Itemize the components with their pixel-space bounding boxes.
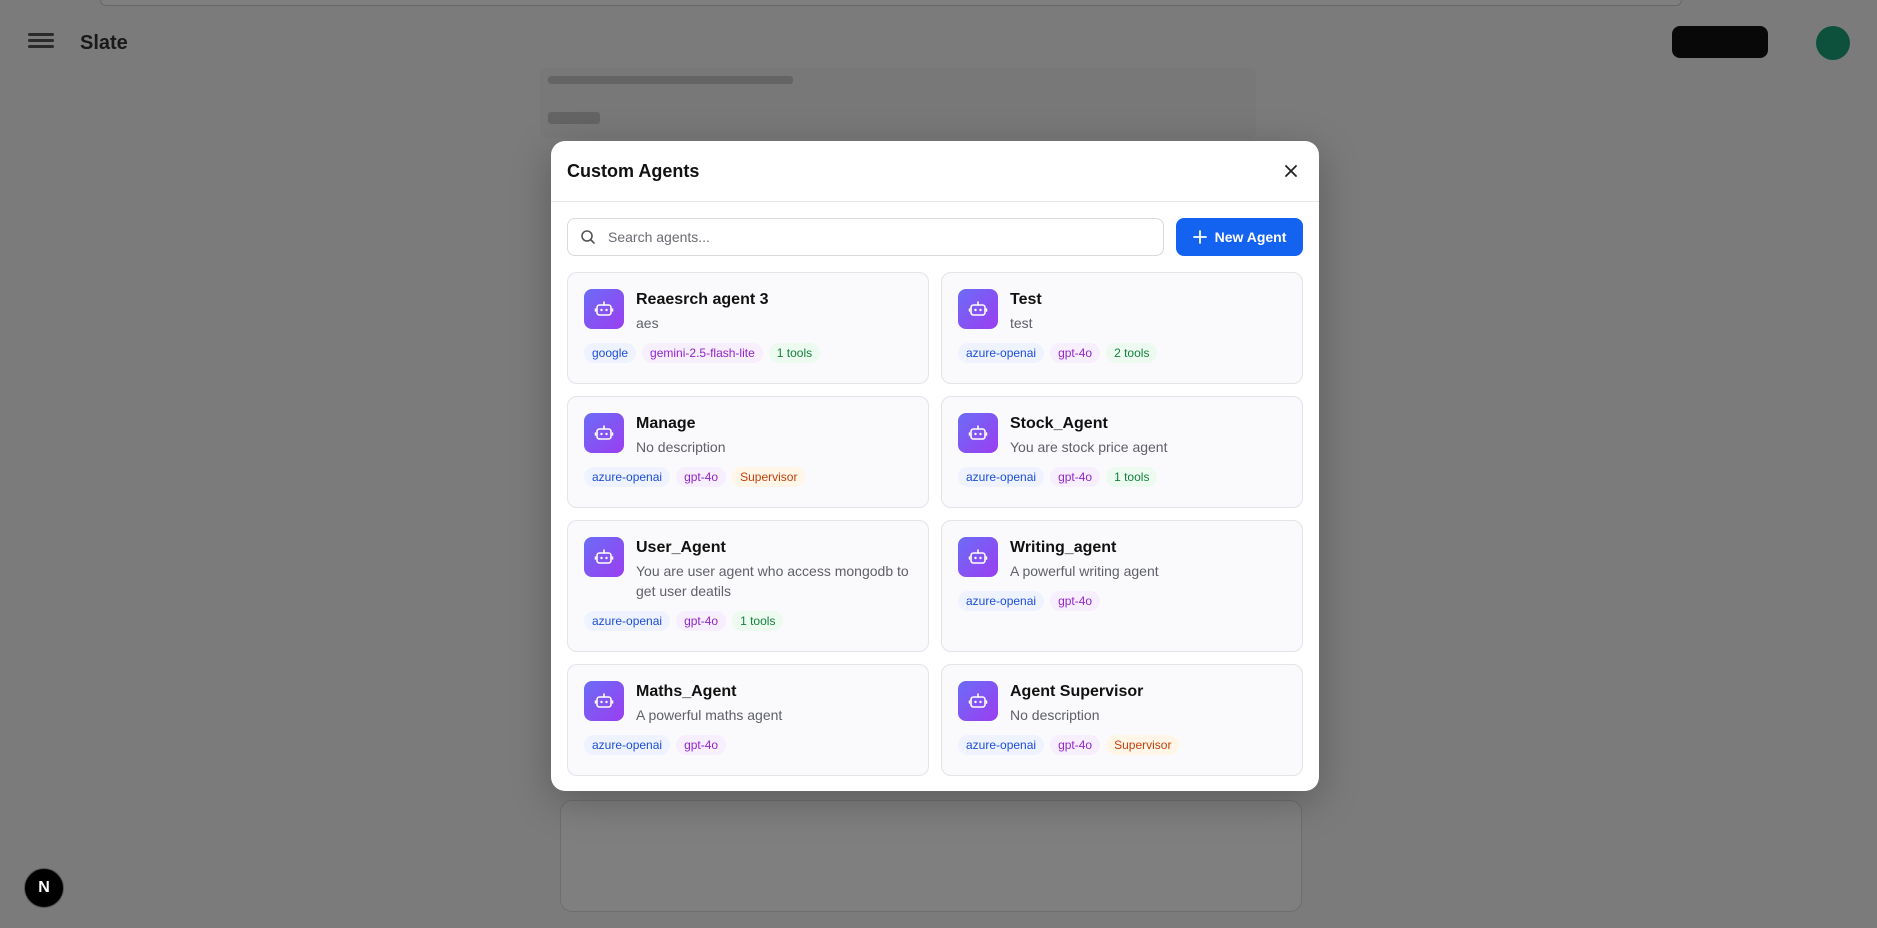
agent-card-text: Test test (1010, 289, 1042, 333)
modal-header: Custom Agents (551, 141, 1319, 202)
agent-tags: azure-openai gpt-4o 1 tools (584, 611, 912, 631)
agent-name: Test (1010, 291, 1042, 308)
bot-icon (958, 413, 998, 453)
agent-card[interactable]: Maths_Agent A powerful maths agent azure-o… (567, 664, 929, 776)
agent-card-header: Agent Supervisor No description (958, 681, 1286, 725)
custom-agents-modal: Custom Agents New Agent Reaesrch agent 3… (551, 141, 1319, 791)
plus-icon (1192, 230, 1207, 244)
framework-badge[interactable]: N (24, 868, 64, 908)
agent-description: A powerful maths agent (636, 707, 783, 723)
agent-tag-provider: azure-openai (958, 591, 1045, 611)
agent-tag-role: Supervisor (1106, 735, 1180, 755)
agent-tags: google gemini-2.5-flash-lite 1 tools (584, 343, 912, 363)
agent-card[interactable]: Agent Supervisor No description azure-open… (941, 664, 1303, 776)
agent-card-header: Manage No description (584, 413, 912, 457)
agent-tags: azure-openai gpt-4o (958, 591, 1286, 611)
agent-tag-model: gpt-4o (1050, 467, 1101, 487)
agent-tags: azure-openai gpt-4o 1 tools (958, 467, 1286, 487)
agent-tag-provider: azure-openai (584, 735, 671, 755)
agent-description: You are stock price agent (1010, 439, 1168, 455)
search-input[interactable] (606, 228, 1151, 246)
agent-tag-provider: azure-openai (958, 343, 1045, 363)
close-button[interactable] (1279, 159, 1303, 183)
agent-card-header: Test test (958, 289, 1286, 333)
agent-description: No description (636, 439, 726, 455)
agent-description: test (1010, 315, 1033, 331)
agent-card-header: Maths_Agent A powerful maths agent (584, 681, 912, 725)
agent-tag-provider: azure-openai (584, 611, 671, 631)
agent-card-text: Maths_Agent A powerful maths agent (636, 681, 782, 725)
agent-card[interactable]: Manage No description azure-openai gpt-4o Su… (567, 396, 929, 508)
agent-tags: azure-openai gpt-4o Supervisor (584, 467, 912, 487)
new-agent-button[interactable]: New Agent (1176, 218, 1303, 256)
agent-tag-provider: google (584, 343, 637, 363)
agent-description: You are user agent who access mongodb to… (636, 563, 909, 599)
agent-name: Writing_agent (1010, 539, 1117, 556)
bot-icon (584, 289, 624, 329)
bot-icon (584, 537, 624, 577)
agent-tag-model: gpt-4o (1050, 735, 1101, 755)
agent-tag-tools: 1 tools (1106, 467, 1158, 487)
agent-card-header: Writing_agent A powerful writing agent (958, 537, 1286, 581)
agent-tags: azure-openai gpt-4o Supervisor (958, 735, 1286, 755)
agent-card-text: Manage No description (636, 413, 726, 457)
bot-icon (958, 681, 998, 721)
bot-icon (958, 289, 998, 329)
agent-card-header: Stock_Agent You are stock price agent (958, 413, 1286, 457)
agent-tag-model: gpt-4o (676, 611, 727, 631)
agent-name: User_Agent (636, 539, 726, 556)
agent-card-text: Agent Supervisor No description (1010, 681, 1143, 725)
agent-grid: Reaesrch agent 3 aes google gemini-2.5-flas… (551, 256, 1319, 791)
bot-icon (584, 681, 624, 721)
search-icon (581, 230, 595, 244)
search-box (567, 218, 1164, 256)
agent-card[interactable]: Reaesrch agent 3 aes google gemini-2.5-flas… (567, 272, 929, 384)
agent-tag-tools: 1 tools (768, 343, 821, 363)
agent-description: No description (1010, 707, 1100, 723)
agent-card-header: User_Agent You are user agent who access … (584, 537, 912, 601)
bot-icon (958, 537, 998, 577)
agent-tags: azure-openai gpt-4o 2 tools (958, 343, 1286, 363)
agent-tag-model: gpt-4o (676, 467, 727, 487)
modal-title: Custom Agents (567, 160, 700, 181)
bot-icon (584, 413, 624, 453)
agent-tag-tools: 2 tools (1106, 343, 1158, 363)
agent-tag-model: gemini-2.5-flash-lite (642, 343, 763, 363)
agent-name: Stock_Agent (1010, 415, 1108, 432)
close-icon (1285, 165, 1297, 177)
agent-tag-model: gpt-4o (1050, 343, 1101, 363)
agent-tag-tools: 1 tools (732, 611, 784, 631)
agent-name: Maths_Agent (636, 683, 737, 700)
agent-card[interactable]: User_Agent You are user agent who access … (567, 520, 929, 652)
agent-card-text: Writing_agent A powerful writing agent (1010, 537, 1159, 581)
agent-tag-model: gpt-4o (1050, 591, 1101, 611)
new-agent-label: New Agent (1214, 229, 1287, 245)
agent-tag-provider: azure-openai (958, 735, 1045, 755)
agent-name: Manage (636, 415, 696, 432)
agent-description: aes (636, 315, 659, 331)
agent-tag-role: Supervisor (732, 467, 806, 487)
agent-name: Agent Supervisor (1010, 683, 1144, 700)
modal-toolbar: New Agent (551, 202, 1319, 256)
agent-card[interactable]: Writing_agent A powerful writing agent azu… (941, 520, 1303, 652)
agent-tag-provider: azure-openai (584, 467, 671, 487)
agent-tags: azure-openai gpt-4o (584, 735, 912, 755)
agent-card-text: User_Agent You are user agent who access … (636, 537, 912, 601)
agent-card-text: Reaesrch agent 3 aes (636, 289, 769, 333)
agent-tag-provider: azure-openai (958, 467, 1045, 487)
agent-name: Reaesrch agent 3 (636, 291, 769, 308)
agent-tag-model: gpt-4o (676, 735, 727, 755)
agent-card-text: Stock_Agent You are stock price agent (1010, 413, 1167, 457)
agent-card-header: Reaesrch agent 3 aes (584, 289, 912, 333)
agent-card[interactable]: Test test azure-openai gpt-4o 2 tools (941, 272, 1303, 384)
agent-description: A powerful writing agent (1010, 563, 1159, 579)
agent-card[interactable]: Stock_Agent You are stock price agent azur… (941, 396, 1303, 508)
